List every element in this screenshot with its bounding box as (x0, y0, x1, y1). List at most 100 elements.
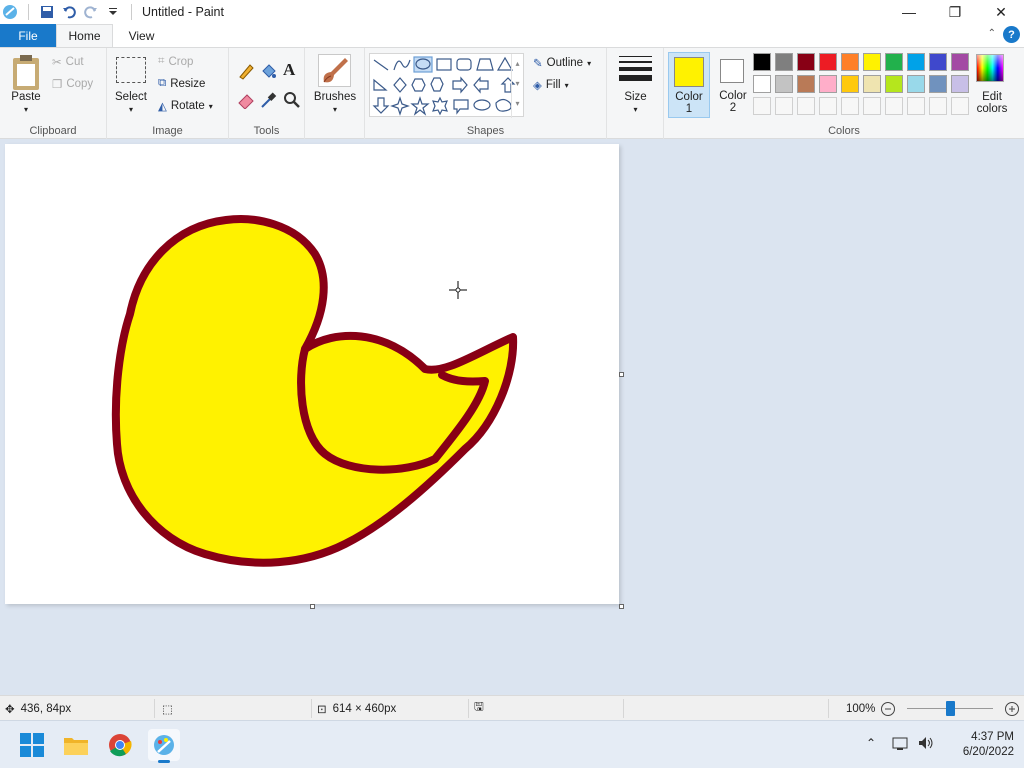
rotate-button[interactable]: ◭ Rotate ▾ (158, 99, 213, 113)
volume-icon[interactable] (917, 735, 935, 754)
taskbar: ⌃ 4:37 PM 6/20/2022 (0, 720, 1024, 768)
palette-swatch[interactable] (907, 53, 925, 71)
crop-label: Crop (168, 55, 194, 68)
ribbon-collapse-icon[interactable]: ⌃ (988, 28, 996, 39)
palette-swatch[interactable] (863, 53, 881, 71)
cut-label: Cut (65, 56, 84, 68)
edit-colors-icon[interactable] (976, 54, 1004, 82)
crop-button[interactable]: ⌗ Crop (158, 55, 193, 68)
color1-button[interactable]: Color 1 (668, 52, 710, 118)
copy-button[interactable]: ❐ Copy (52, 77, 93, 91)
color2-swatch (720, 59, 744, 83)
paint-app-icon[interactable] (2, 4, 18, 20)
palette-swatch[interactable] (797, 75, 815, 93)
duck-drawing (111, 215, 518, 567)
shapes-scroll[interactable]: ▴ ▾ ▾ (511, 54, 523, 118)
brushes-group: Brushes ▾ (305, 48, 365, 140)
palette-swatch[interactable] (775, 75, 793, 93)
paste-icon[interactable] (10, 54, 42, 94)
zoom-slider-thumb[interactable] (946, 701, 955, 716)
tab-file[interactable]: File (0, 24, 56, 47)
custom-color-slot[interactable] (885, 97, 903, 115)
window-title: Untitled - Paint (142, 5, 224, 19)
custom-color-slot[interactable] (907, 97, 925, 115)
palette-swatch[interactable] (841, 53, 859, 71)
magnifier-icon[interactable] (283, 91, 301, 112)
custom-color-slot[interactable] (929, 97, 947, 115)
palette-swatch[interactable] (929, 53, 947, 71)
save-icon[interactable] (39, 4, 55, 20)
custom-color-slot[interactable] (753, 97, 771, 115)
canvas-area[interactable] (0, 139, 1024, 695)
network-icon[interactable] (892, 736, 910, 755)
zoom-out-button[interactable] (880, 696, 896, 721)
text-tool-icon[interactable]: A (283, 60, 295, 80)
shapes-group: ▴ ▾ ▾ ✎ Outline ▾ ◈ Fill ▾ Shapes (365, 48, 607, 140)
palette-swatch[interactable] (753, 75, 771, 93)
color-picker-icon[interactable] (259, 91, 277, 112)
brush-icon[interactable] (318, 54, 351, 87)
chrome-icon[interactable] (104, 729, 136, 761)
fill-button[interactable]: ◈ Fill ▾ (533, 78, 569, 92)
size-icon[interactable] (619, 56, 652, 81)
palette-swatch[interactable] (819, 53, 837, 71)
palette-swatch[interactable] (753, 53, 771, 71)
colors-group-label: Colors (828, 125, 860, 137)
cut-button[interactable]: ✂ Cut (52, 55, 84, 69)
custom-color-slot[interactable] (951, 97, 969, 115)
brushes-button[interactable]: Brushes ▾ (309, 91, 361, 115)
paint-taskbar-icon[interactable] (148, 729, 180, 763)
custom-color-slot[interactable] (863, 97, 881, 115)
clock[interactable]: 4:37 PM 6/20/2022 (940, 730, 1014, 760)
canvas-size-icon: ⊡ (317, 703, 327, 716)
color2-button[interactable]: Color 2 (712, 52, 754, 118)
custom-color-slot[interactable] (819, 97, 837, 115)
paste-button[interactable]: Paste ▾ (4, 91, 48, 115)
tab-home[interactable]: Home (56, 24, 113, 47)
resize-handle-corner[interactable] (619, 604, 624, 609)
zoom-in-button[interactable] (1004, 696, 1020, 721)
palette-swatch[interactable] (885, 75, 903, 93)
palette-swatch[interactable] (885, 53, 903, 71)
custom-color-slot[interactable] (775, 97, 793, 115)
copy-label: Copy (66, 78, 94, 90)
file-explorer-icon[interactable] (60, 729, 92, 761)
outline-button[interactable]: ✎ Outline ▾ (533, 56, 591, 70)
resize-button[interactable]: ⧉ Resize (158, 77, 205, 90)
drawing-canvas[interactable] (5, 144, 619, 604)
redo-icon[interactable] (83, 4, 99, 20)
palette-swatch[interactable] (841, 75, 859, 93)
minimize-button[interactable]: — (886, 0, 932, 24)
maximize-button[interactable]: ❐ (932, 0, 978, 24)
edit-colors-button[interactable]: Edit colors (968, 91, 1016, 115)
customize-qat-icon[interactable] (105, 4, 121, 20)
custom-color-slot[interactable] (841, 97, 859, 115)
palette-swatch[interactable] (797, 53, 815, 71)
custom-color-slot[interactable] (797, 97, 815, 115)
eraser-icon[interactable] (237, 91, 255, 112)
palette-swatch[interactable] (907, 75, 925, 93)
quick-access-toolbar (0, 4, 136, 20)
help-icon[interactable]: ? (1003, 26, 1020, 43)
palette-swatch[interactable] (929, 75, 947, 93)
select-button[interactable]: Select ▾ (109, 91, 153, 115)
fill-bucket-icon[interactable] (259, 62, 277, 83)
resize-icon: ⧉ (158, 77, 167, 89)
palette-swatch[interactable] (863, 75, 881, 93)
palette-swatch[interactable] (775, 53, 793, 71)
pencil-icon[interactable] (237, 62, 255, 83)
resize-handle-right[interactable] (619, 372, 624, 377)
palette-swatch[interactable] (951, 53, 969, 71)
show-hidden-icons-chevron-icon[interactable]: ⌃ (866, 736, 876, 750)
size-button[interactable]: Size ▾ (611, 91, 660, 115)
select-icon[interactable] (116, 57, 146, 83)
palette-swatch[interactable] (819, 75, 837, 93)
undo-icon[interactable] (61, 4, 77, 20)
start-button[interactable] (16, 729, 48, 761)
scissors-icon: ✂ (52, 57, 62, 69)
close-button[interactable]: ✕ (978, 0, 1024, 24)
tab-view[interactable]: View (113, 24, 170, 47)
divider (828, 699, 829, 718)
resize-handle-bottom[interactable] (310, 604, 315, 609)
palette-swatch[interactable] (951, 75, 969, 93)
